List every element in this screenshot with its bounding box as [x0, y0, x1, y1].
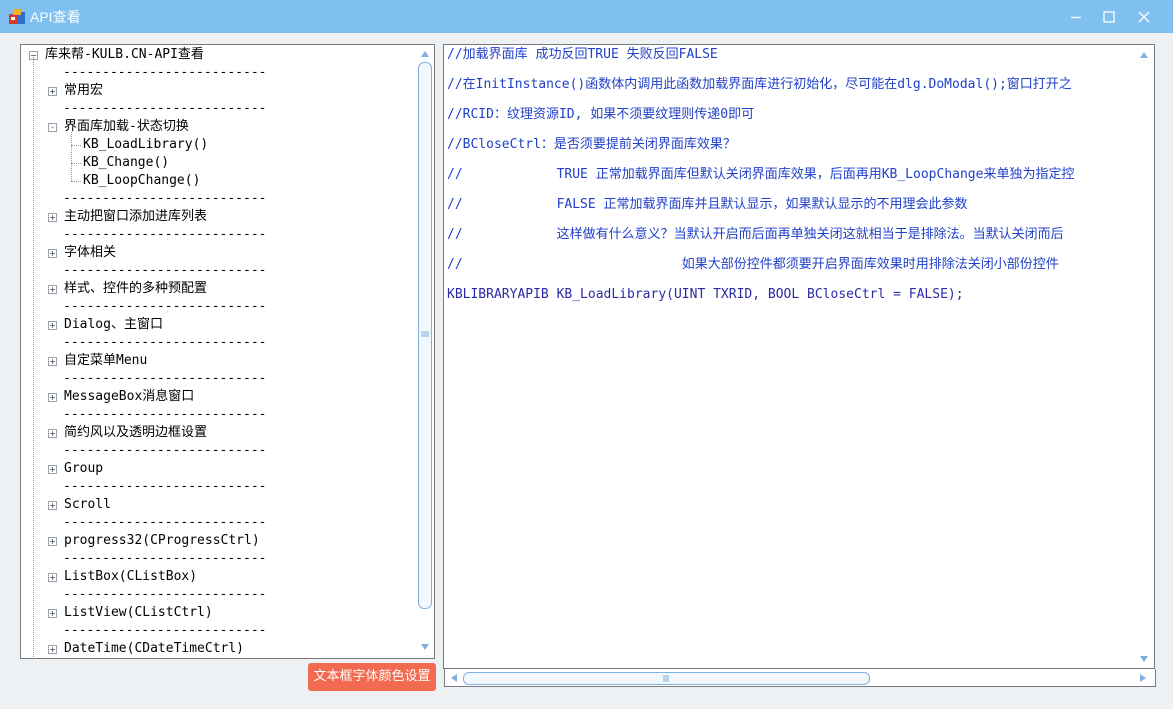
expand-icon[interactable]: +	[48, 465, 57, 474]
code-line: //RCID：纹理资源ID, 如果不须要纹理则传递0即可	[447, 107, 755, 122]
expand-icon[interactable]: +	[48, 609, 57, 618]
close-icon	[1138, 11, 1150, 22]
tree-separator: --------------------------	[63, 227, 267, 242]
tree-leaf-1[interactable]: KB_LoadLibrary()	[83, 136, 208, 154]
tree-connector	[71, 163, 81, 164]
tree-separator: --------------------------	[63, 407, 267, 422]
expand-icon[interactable]: +	[48, 429, 57, 438]
grip-icon	[421, 331, 429, 337]
collapse-icon[interactable]: -	[48, 123, 57, 132]
scroll-right-arrow-icon[interactable]	[1139, 673, 1147, 683]
tree-separator: --------------------------	[63, 443, 267, 458]
tree-separator: --------------------------	[63, 551, 267, 566]
tree-node-label: Group	[64, 461, 104, 476]
code-line: //加载界面库 成功反回TRUE 失败反回FALSE	[447, 47, 718, 62]
expand-icon[interactable]: +	[48, 321, 57, 330]
tree-node-label: ListView(CListCtrl)	[64, 605, 213, 620]
scroll-left-arrow-icon[interactable]	[450, 673, 458, 683]
tree-connector	[71, 181, 81, 182]
api-text-view[interactable]: //加载界面库 成功反回TRUE 失败反回FALSE //在InitInstanc…	[443, 44, 1155, 669]
close-button[interactable]	[1126, 0, 1162, 33]
tree-node-label: Scroll	[64, 497, 111, 512]
expand-icon[interactable]: +	[48, 393, 57, 402]
tree-root-label: 库来帮-KULB.CN-API查看	[45, 47, 204, 62]
tree-vertical-scrollbar[interactable]	[416, 45, 434, 658]
expand-icon[interactable]: +	[48, 357, 57, 366]
tree-node-label: 字体相关	[64, 245, 117, 260]
code-line: // 这样做有什么意义？当默认开启而后面再单独关闭这就相当于是排除法。当默认关闭…	[447, 227, 1064, 242]
scroll-down-arrow-icon[interactable]	[1139, 655, 1149, 663]
window-title: API查看	[30, 9, 81, 25]
minimize-button[interactable]	[1058, 0, 1094, 33]
text-color-settings-button[interactable]: 文本框字体颜色设置	[308, 663, 436, 691]
expand-icon[interactable]: +	[48, 249, 57, 258]
code-line: //BCloseCtrl：是否须要提前关闭界面库效果？	[447, 137, 736, 152]
scroll-up-arrow-icon[interactable]	[1139, 51, 1149, 59]
tree-separator: --------------------------	[63, 371, 267, 386]
tree-connector	[33, 57, 34, 657]
tree-separator: --------------------------	[63, 623, 267, 638]
tree-separator: --------------------------	[63, 479, 267, 494]
expand-icon[interactable]: +	[48, 87, 57, 96]
tree-scrollbar-thumb[interactable]	[418, 62, 432, 609]
expand-icon[interactable]: +	[48, 213, 57, 222]
text-hscroll-thumb[interactable]	[463, 672, 870, 685]
tree-separator: --------------------------	[63, 299, 267, 314]
tree-node-label: 常用宏	[64, 83, 104, 98]
code-line: // 如果大部份控件都须要开启界面库效果时用排除法关闭小部份控件	[447, 257, 1059, 272]
scroll-down-arrow-icon[interactable]	[420, 643, 430, 651]
tree-connector	[71, 132, 72, 181]
tree-node-label: progress32(CProgressCtrl)	[64, 533, 260, 548]
grip-icon	[663, 675, 669, 682]
tree-separator: --------------------------	[63, 191, 267, 206]
api-tree-view[interactable]: − 库来帮-KULB.CN-API查看 --------------------…	[20, 44, 435, 659]
tree-separator: --------------------------	[63, 65, 267, 80]
expand-icon[interactable]: +	[48, 285, 57, 294]
code-line: //在InitInstance()函数体内调用此函数加载界面库进行初始化，尽可能…	[447, 77, 1072, 92]
tree-node-label: 界面库加载-状态切换	[64, 119, 189, 134]
tree-separator: --------------------------	[63, 101, 267, 116]
title-bar[interactable]: API查看	[0, 0, 1173, 33]
tree-separator: --------------------------	[63, 335, 267, 350]
tree-node-label: Dialog、主窗口	[64, 317, 163, 332]
tree-list: − 库来帮-KULB.CN-API查看 --------------------…	[21, 45, 417, 658]
code-line: KBLIBRARYAPIB KB_LoadLibrary(UINT TXRID,…	[447, 287, 964, 302]
tree-separator: --------------------------	[63, 263, 267, 278]
maximize-button[interactable]	[1091, 0, 1127, 33]
tree-node-label: 主动把窗口添加进库列表	[64, 209, 208, 224]
tree-node-label: 简约风以及透明边框设置	[64, 425, 208, 440]
tree-node-label: DateTime(CDateTimeCtrl)	[64, 641, 245, 656]
expand-icon[interactable]: +	[48, 645, 57, 654]
tree-node-label: ListBox(CListBox)	[64, 569, 198, 584]
expand-icon[interactable]: +	[48, 537, 57, 546]
maximize-icon	[1103, 10, 1115, 23]
code-line: // FALSE 正常加载界面库并且默认显示，如果默认显示的不用理会此参数	[447, 197, 968, 212]
app-icon	[9, 9, 25, 24]
expand-icon[interactable]: +	[48, 573, 57, 582]
tree-node-label: 样式、控件的多种预配置	[64, 281, 208, 296]
tree-separator: --------------------------	[63, 587, 267, 602]
tree-separator: --------------------------	[63, 515, 267, 530]
minimize-icon	[1071, 16, 1081, 18]
code-line: // TRUE 正常加载界面库但默认关闭界面库效果，后面再用KB_LoopCha…	[447, 167, 1075, 182]
scroll-up-arrow-icon[interactable]	[420, 50, 430, 58]
tree-leaf-3[interactable]: KB_LoopChange()	[83, 172, 200, 190]
tree-node-label: 自定菜单Menu	[64, 353, 148, 368]
tree-connector	[71, 145, 81, 146]
tree-node-label: MessageBox消息窗口	[64, 389, 195, 404]
text-vertical-scrollbar[interactable]	[1135, 45, 1154, 668]
text-horizontal-scrollbar[interactable]	[444, 669, 1156, 687]
tree-leaf-2[interactable]: KB_Change()	[83, 154, 169, 172]
expand-icon[interactable]: +	[48, 501, 57, 510]
